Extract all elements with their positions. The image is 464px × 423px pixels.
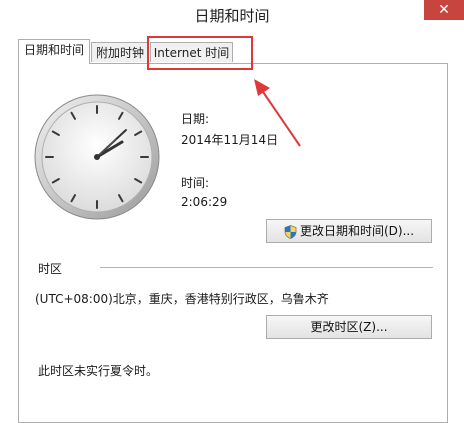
annotation-highlight-box	[147, 36, 253, 70]
timezone-divider	[100, 267, 433, 268]
tab-additional-clocks[interactable]: 附加时钟	[91, 42, 149, 62]
time-value: 2:06:29	[181, 195, 228, 209]
timezone-value: (UTC+08:00)北京，重庆，香港特别行政区，乌鲁木齐	[35, 292, 329, 306]
annotation-arrow-icon	[254, 79, 301, 147]
analog-clock-icon	[34, 94, 160, 220]
date-label: 日期:	[181, 112, 210, 126]
time-label: 时间:	[181, 176, 210, 190]
dst-note: 此时区未实行夏令时。	[38, 364, 159, 378]
timezone-heading: 时区	[38, 262, 63, 276]
change-timezone-button[interactable]: 更改时区(Z)...	[266, 315, 432, 339]
tab-date-time[interactable]: 日期和时间	[18, 39, 90, 64]
uac-shield-icon	[284, 224, 297, 239]
title-bar: 日期和时间 ✕	[0, 0, 464, 30]
change-date-time-button[interactable]: 更改日期和时间(D)...	[266, 219, 432, 243]
close-button[interactable]: ✕	[424, 0, 464, 20]
window-title: 日期和时间	[194, 7, 270, 25]
change-date-time-label: 更改日期和时间(D)...	[299, 224, 415, 238]
